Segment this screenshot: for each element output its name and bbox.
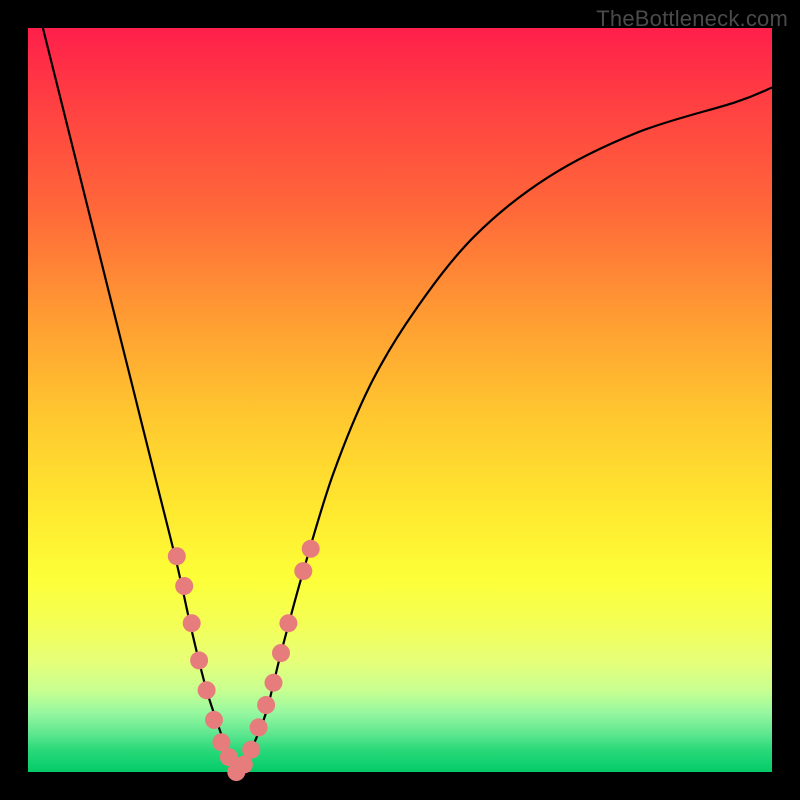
marker-layer — [168, 540, 320, 781]
marker-dot — [190, 651, 208, 669]
marker-dot — [198, 681, 216, 699]
chart-frame: TheBottleneck.com — [0, 0, 800, 800]
watermark-text: TheBottleneck.com — [596, 6, 788, 32]
marker-dot — [205, 711, 223, 729]
marker-dot — [168, 547, 186, 565]
bottleneck-curve — [43, 28, 772, 772]
marker-dot — [242, 741, 260, 759]
marker-dot — [265, 674, 283, 692]
marker-dot — [302, 540, 320, 558]
plot-area — [28, 28, 772, 772]
marker-dot — [183, 614, 201, 632]
marker-dot — [175, 577, 193, 595]
marker-dot — [250, 718, 268, 736]
chart-svg — [28, 28, 772, 772]
marker-dot — [279, 614, 297, 632]
marker-dot — [257, 696, 275, 714]
curve-layer — [43, 28, 772, 772]
marker-dot — [272, 644, 290, 662]
marker-dot — [294, 562, 312, 580]
